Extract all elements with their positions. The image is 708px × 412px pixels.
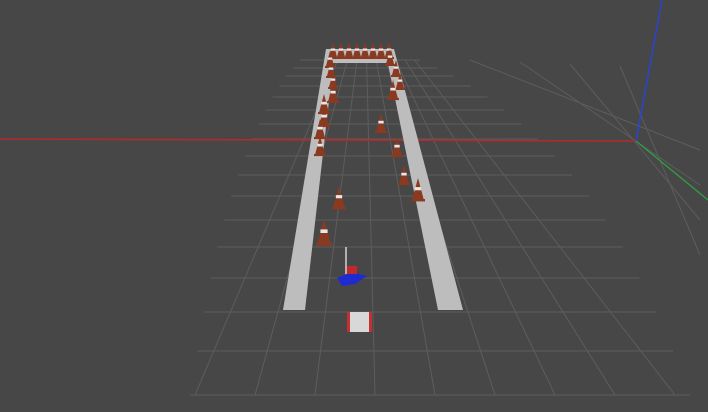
robot-model[interactable] (337, 247, 367, 286)
grid-line (414, 59, 676, 396)
ground-grid (190, 59, 701, 396)
grid-line (469, 59, 701, 151)
cone-stripe (370, 48, 376, 51)
cone-stripe (328, 67, 334, 70)
cone-base (332, 207, 346, 210)
cone-stripe (346, 48, 352, 51)
lane-line-left (283, 49, 335, 310)
cone-stripe (378, 48, 384, 51)
cone-stripe (414, 187, 422, 191)
cone-base (327, 101, 339, 104)
cone-stripe (330, 48, 336, 51)
cone-stripe (320, 229, 328, 233)
3d-viewport[interactable] (0, 0, 708, 412)
cone-stripe (378, 120, 384, 124)
cone-stripe (338, 48, 344, 51)
vehicle-model[interactable] (347, 312, 372, 332)
cone-stripe (317, 143, 323, 147)
cone-stripe (393, 66, 399, 69)
cone-base (375, 131, 387, 134)
scene-svg (0, 0, 708, 396)
cone-stripe (330, 90, 336, 94)
robot-top-marker (347, 266, 357, 274)
cone-base (395, 88, 405, 90)
cone-base (411, 199, 425, 202)
cone-stripe (321, 101, 327, 105)
cone-stripe (354, 48, 360, 51)
cone-base (316, 243, 332, 246)
y-axis-line (635, 140, 708, 201)
cone-stripe (394, 144, 400, 148)
cone-base (387, 98, 399, 101)
traffic-cone (316, 219, 332, 246)
cone-base (385, 64, 395, 66)
vehicle-side-left (347, 312, 350, 332)
cone-stripe (317, 126, 323, 130)
traffic-cone (375, 113, 387, 134)
cone-stripe (401, 172, 407, 176)
cone-stripe (386, 48, 392, 51)
cone-base (398, 183, 410, 186)
z-axis-line (635, 0, 663, 142)
cone-stripe (321, 114, 327, 118)
cone-stripe (362, 48, 368, 51)
cone-stripe (327, 57, 333, 60)
cone-stripe (397, 79, 403, 82)
grid-line (519, 61, 701, 186)
cone-stripe (390, 87, 396, 91)
cone-base (314, 154, 326, 157)
cone-stripe (387, 55, 393, 58)
robot-body (337, 272, 367, 286)
traffic-cone (332, 186, 346, 210)
vehicle-side-right (369, 312, 372, 332)
vehicle-body (347, 312, 372, 332)
cone-stripe (335, 195, 343, 199)
cone-base (391, 155, 403, 158)
cone-stripe (330, 78, 336, 81)
